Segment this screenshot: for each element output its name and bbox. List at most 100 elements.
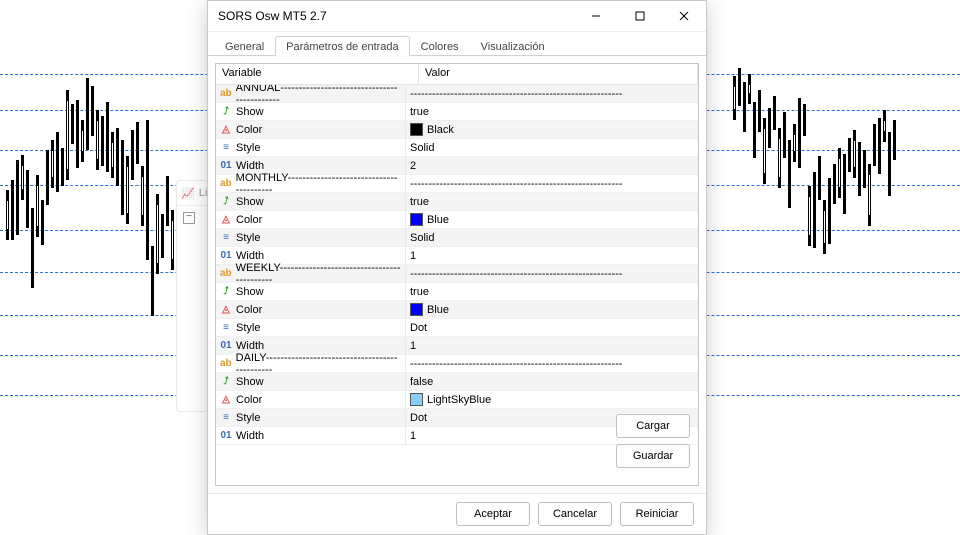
param-value[interactable]: Blue [406,301,698,318]
param-label: Color [236,394,262,406]
param-value[interactable]: false [406,373,698,390]
candlestick [61,148,64,186]
param-row[interactable]: abANNUAL--------------------------------… [216,85,698,103]
param-row[interactable]: abMONTHLY-------------------------------… [216,175,698,193]
tab-visualization[interactable]: Visualización [470,36,556,56]
style-icon: ≡ [220,322,232,334]
param-row[interactable]: abDAILY---------------------------------… [216,355,698,373]
candlestick [46,150,49,205]
param-row[interactable]: ≡StyleDot [216,319,698,337]
param-value[interactable]: Dot [406,319,698,336]
param-value[interactable]: 1 [406,337,698,354]
param-label: Show [236,196,264,208]
candlestick [36,175,39,237]
param-row[interactable]: ⭜Showtrue [216,193,698,211]
grid-header-variable[interactable]: Variable [216,64,419,84]
color-name: Blue [427,304,449,316]
candlestick [126,156,129,224]
param-value[interactable]: LightSkyBlue [406,391,698,408]
minimize-button[interactable] [574,2,618,31]
param-row[interactable]: ◬ Color Blue [216,211,698,229]
value-text: true [410,286,429,298]
value-text: true [410,196,429,208]
titlebar: SORS Osw MT5 2.7 [208,1,706,32]
param-row[interactable]: ◬ColorBlue [216,301,698,319]
side-panel: 📈 Li − [176,180,208,412]
chart-candles-left [0,70,200,420]
candlestick [106,102,109,172]
param-value[interactable]: Blue [406,211,698,228]
color-swatch [410,393,423,406]
candlestick [838,148,841,198]
color-name: Black [427,124,454,136]
value-text: 1 [410,250,416,262]
param-value[interactable]: 2 [406,157,698,174]
param-value[interactable]: true [406,193,698,210]
section-dashes: ----------------------------------------… [410,178,622,190]
section-dashes: ----------------------------------------… [410,268,622,280]
param-label: Color [236,304,262,316]
show-icon: ⭜ [220,286,232,298]
value-text: Dot [410,412,427,424]
candlestick [818,156,821,200]
param-label: WEEKLY----------------------------------… [236,262,401,286]
candlestick [828,178,831,244]
tab-inputs[interactable]: Parámetros de entrada [275,36,410,56]
maximize-button[interactable] [618,2,662,31]
param-value[interactable]: 1 [406,247,698,264]
load-button[interactable]: Cargar [616,414,690,438]
close-button[interactable] [662,2,706,31]
chart-candles-right [725,70,960,420]
param-label: Style [236,412,260,424]
param-row[interactable]: ⭜Showfalse [216,373,698,391]
tree-collapse-icon[interactable]: − [183,212,195,224]
cancel-button[interactable]: Cancelar [538,502,612,526]
show-icon: ⭜ [220,106,232,118]
candlestick [813,172,816,248]
reset-button[interactable]: Reiniciar [620,502,694,526]
grid-header: Variable Valor [216,64,698,85]
param-label: Width [236,250,264,262]
param-value[interactable]: Solid [406,229,698,246]
tab-general[interactable]: General [214,36,275,56]
param-row[interactable]: ◬ Color LightSkyBlue [216,391,698,409]
width-icon: 01 [220,340,232,352]
param-value[interactable]: ----------------------------------------… [406,175,698,192]
param-row[interactable]: ⭜Showtrue [216,103,698,121]
save-button[interactable]: Guardar [616,444,690,468]
candlestick [21,155,24,200]
param-value[interactable]: true [406,103,698,120]
candlestick [141,166,144,226]
param-label: Width [236,340,264,352]
value-text: Solid [410,232,434,244]
width-icon: 01 [220,250,232,262]
param-value[interactable]: ----------------------------------------… [406,85,698,102]
param-row[interactable]: ◬ColorBlack [216,121,698,139]
candlestick [101,116,104,166]
param-value[interactable]: ----------------------------------------… [406,355,698,372]
param-row[interactable]: ≡StyleSolid [216,139,698,157]
param-value[interactable]: true [406,283,698,300]
indicator-properties-dialog: SORS Osw MT5 2.7 General Parámetros de e… [207,0,707,535]
param-value[interactable]: Solid [406,139,698,156]
param-row[interactable]: abWEEKLY--------------------------------… [216,265,698,283]
candlestick [11,180,14,240]
param-label: DAILY-----------------------------------… [236,352,401,376]
candlestick [91,86,94,136]
param-label: Show [236,376,264,388]
accept-button[interactable]: Aceptar [456,502,530,526]
color-icon: ◬ [220,394,232,406]
param-value[interactable]: ----------------------------------------… [406,265,698,282]
candlestick [763,118,766,184]
color-icon: ◬ [220,214,232,226]
candlestick [111,132,114,178]
value-text: 1 [410,340,416,352]
value-text: 2 [410,160,416,172]
grid-header-value[interactable]: Valor [419,64,698,84]
param-row[interactable]: ⭜Showtrue [216,283,698,301]
tab-colors[interactable]: Colores [410,36,470,56]
candlestick [171,210,174,270]
param-row[interactable]: ≡StyleSolid [216,229,698,247]
param-value[interactable]: Black [406,121,698,138]
param-label: Color [236,214,262,226]
